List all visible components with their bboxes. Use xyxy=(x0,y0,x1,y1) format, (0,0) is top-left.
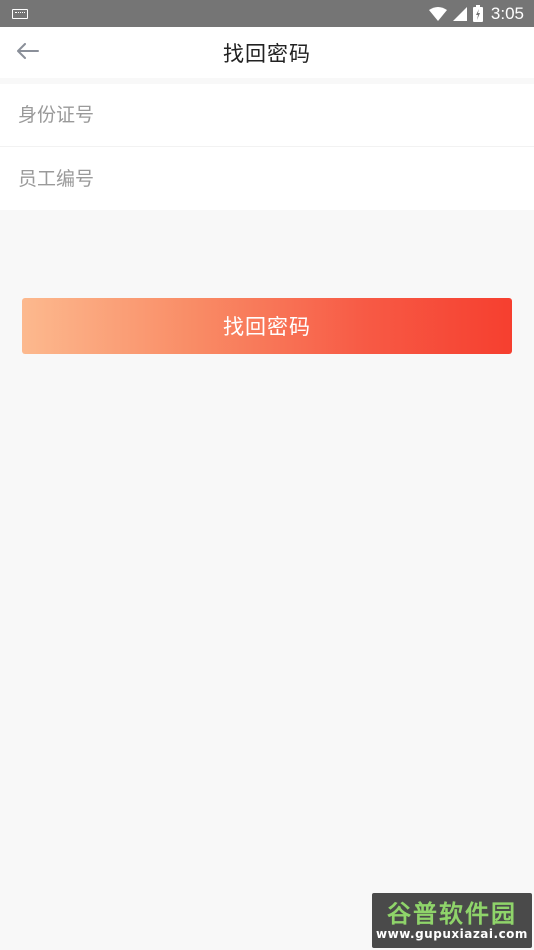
signal-icon xyxy=(452,6,467,21)
employee-id-input[interactable] xyxy=(18,167,534,190)
clock: 3:05 xyxy=(490,3,524,23)
id-number-input[interactable] xyxy=(18,104,534,126)
wifi-icon xyxy=(428,6,447,21)
watermark-logo-text: 谷普软件园 xyxy=(387,899,517,928)
employee-id-row xyxy=(0,147,534,210)
recovery-form xyxy=(0,84,534,210)
id-number-row xyxy=(0,84,534,147)
back-button[interactable] xyxy=(10,35,46,71)
watermark-url: www.gupuxiazai.com xyxy=(376,926,528,941)
title-bar: 找回密码 xyxy=(0,27,534,78)
page-title: 找回密码 xyxy=(223,41,311,66)
status-bar: 3:05 xyxy=(0,0,534,27)
watermark-logo: 谷普软件园 www.gupuxiazai.com xyxy=(372,893,532,948)
keyboard-icon xyxy=(12,8,28,19)
battery-icon xyxy=(472,5,483,22)
arrow-left-icon xyxy=(17,43,39,63)
find-password-button[interactable]: 找回密码 xyxy=(22,298,512,354)
